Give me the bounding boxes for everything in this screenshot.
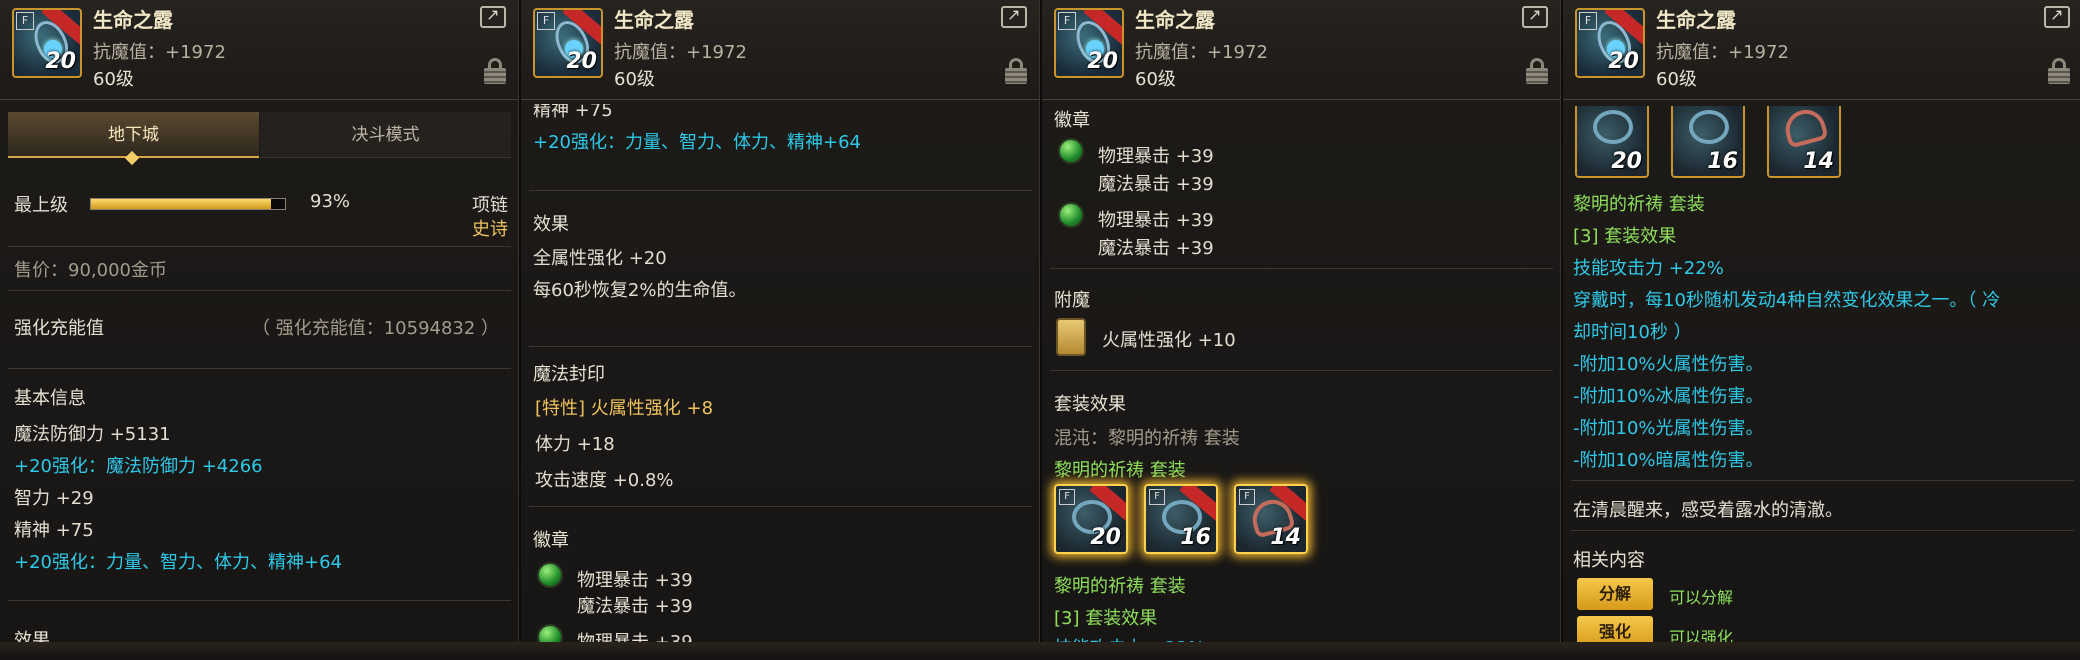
set-bonus-line: -附加10%光属性伤害。: [1573, 418, 1764, 439]
disassemble-button[interactable]: 分解: [1577, 578, 1653, 610]
emblem-line: 物理暴击 +39: [1098, 210, 1214, 231]
tooltip-header: F 20 生命之露 抗魔值：+1972 60级: [521, 0, 1039, 100]
effect-heading: 效果: [533, 214, 569, 235]
set-bonus-line: 却时间10秒 ）: [1573, 322, 1692, 343]
rarity: 史诗: [472, 219, 508, 240]
grade-label: 最上级: [14, 195, 68, 216]
set-bonus-line: -附加10%暗属性伤害。: [1573, 450, 1764, 471]
set-item-slot[interactable]: F 14: [1234, 484, 1308, 554]
item-level: 60级: [93, 69, 134, 90]
seal-line: 攻击速度 +0.8%: [535, 470, 674, 491]
set-bonus-line: 穿戴时，每10秒随机发动4种自然变化效果之一。（ 冷: [1573, 290, 2001, 311]
item-tooltip-panel-3: F 20 生命之露 抗魔值：+1972 60级 徽章 物理暴击 +39 魔法暴击…: [1042, 0, 1561, 660]
sell-price: 售价：90,000金币: [14, 260, 167, 281]
item-icon: F 20: [1575, 8, 1645, 78]
set-item-slot[interactable]: F 16: [1144, 484, 1218, 554]
set-bonus-line: -附加10%火属性伤害。: [1573, 354, 1764, 375]
set-count: [3] 套装效果: [1573, 226, 1677, 247]
stat-line: +20强化：魔法防御力 +4266: [14, 456, 263, 477]
enhance-charge-value: （ 强化充能值：10594832 ）: [252, 318, 500, 339]
emblem-icon: [1058, 202, 1084, 228]
tooltip-header: F 20 生命之露 抗魔值：+1972 60级: [0, 0, 518, 100]
emblem-heading: 徽章: [1054, 110, 1090, 131]
item-tooltip-panel-1: F 20 生命之露 抗魔值：+1972 60级 地下城 决斗模式 最上级 93%…: [0, 0, 519, 660]
set-bonus-line: -附加10%冰属性伤害。: [1573, 386, 1764, 407]
share-icon[interactable]: [2044, 5, 2070, 28]
set-item-slot[interactable]: F 20: [1054, 484, 1128, 554]
mode-tabs: 地下城 决斗模式: [8, 112, 511, 158]
set-item-slot[interactable]: 16: [1671, 106, 1745, 178]
emblem-icon: [537, 562, 563, 588]
item-name: 生命之露: [93, 8, 173, 32]
seal-line: 体力 +18: [535, 434, 615, 455]
basic-info-heading: 基本信息: [14, 388, 86, 409]
stat-line: 精神 +75: [14, 520, 94, 541]
item-tooltip-panel-2: F 20 生命之露 抗魔值：+1972 60级 精神 +75 +20强化：力量、…: [521, 0, 1040, 660]
enhance-bonus: +20强化：力量、智力、体力、精神+64: [533, 132, 861, 153]
item-level: 60级: [1135, 69, 1176, 90]
grade-percent: 93%: [310, 191, 351, 212]
tooltip-header: F 20 生命之露 抗魔值：+1972 60级: [1563, 0, 2080, 100]
lock-icon[interactable]: [1526, 58, 1548, 84]
lock-icon[interactable]: [2048, 58, 2070, 84]
slot-type: 项链: [472, 195, 508, 216]
stat-line: 魔法防御力 +5131: [14, 424, 171, 445]
enchant-line: 火属性强化 +10: [1102, 330, 1236, 351]
emblem-icon: [1058, 138, 1084, 164]
tooltip-header: F 20 生命之露 抗魔值：+1972 60级: [1042, 0, 1560, 100]
item-name: 生命之露: [1656, 8, 1736, 32]
share-icon[interactable]: [1522, 5, 1548, 28]
item-name: 生命之露: [614, 8, 694, 32]
emblem-line: 魔法暴击 +39: [577, 596, 693, 617]
item-magic-res: 抗魔值：+1972: [1135, 42, 1268, 63]
emblem-line: 魔法暴击 +39: [1098, 238, 1214, 259]
effect-line: 全属性强化 +20: [533, 248, 667, 269]
item-magic-res: 抗魔值：+1972: [614, 42, 747, 63]
grade-bar: [90, 198, 286, 210]
related-heading: 相关内容: [1573, 550, 1645, 571]
set-item-slot[interactable]: 20: [1575, 106, 1649, 178]
item-icon: F 20: [1054, 8, 1124, 78]
effect-line: 每60秒恢复2%的生命值。: [533, 280, 747, 301]
seal-heading: 魔法封印: [533, 364, 605, 385]
item-magic-res: 抗魔值：+1972: [1656, 42, 1789, 63]
item-tooltip-panel-4: F 20 生命之露 抗魔值：+1972 60级 20 16 14 黎明的祈祷 套…: [1563, 0, 2080, 660]
tab-dungeon[interactable]: 地下城: [8, 112, 259, 158]
seal-line: [特性] 火属性强化 +8: [535, 398, 714, 419]
flavor-text: 在清晨醒来，感受着露水的清澈。: [1573, 500, 1843, 521]
item-magic-res: 抗魔值：+1972: [93, 42, 226, 63]
tab-pvp[interactable]: 决斗模式: [260, 112, 511, 158]
set-name: 黎明的祈祷 套装: [1054, 460, 1186, 481]
item-name: 生命之露: [1135, 8, 1215, 32]
set-effect-heading: 套装效果: [1054, 394, 1126, 415]
stat-line: +20强化：力量、智力、体力、精神+64: [14, 552, 342, 573]
lock-icon[interactable]: [484, 58, 506, 84]
lock-icon[interactable]: [1005, 58, 1027, 84]
emblem-line: 物理暴击 +39: [1098, 146, 1214, 167]
item-icon: F 20: [533, 8, 603, 78]
emblem-line: 魔法暴击 +39: [1098, 174, 1214, 195]
share-icon[interactable]: [480, 5, 506, 28]
set-count: [3] 套装效果: [1054, 608, 1158, 629]
emblem-line: 物理暴击 +39: [577, 570, 693, 591]
share-icon[interactable]: [1001, 5, 1027, 28]
enchant-card-icon: [1056, 318, 1086, 356]
item-level: 60级: [1656, 69, 1697, 90]
enhance-charge-label: 强化充能值: [14, 318, 104, 339]
enchant-heading: 附魔: [1054, 290, 1090, 311]
background-strip: [0, 642, 2080, 660]
disassemble-note: 可以分解: [1669, 588, 1734, 607]
set-bonus-line: 技能攻击力 +22%: [1573, 258, 1724, 279]
set-name: 黎明的祈祷 套装: [1054, 576, 1186, 597]
set-source: 混沌：黎明的祈祷 套装: [1054, 428, 1240, 449]
stat-line: 智力 +29: [14, 488, 94, 509]
emblem-heading: 徽章: [533, 530, 569, 551]
set-name: 黎明的祈祷 套装: [1573, 194, 1705, 215]
set-item-slot[interactable]: 14: [1767, 106, 1841, 178]
item-icon: F 20: [12, 8, 82, 78]
item-level: 60级: [614, 69, 655, 90]
